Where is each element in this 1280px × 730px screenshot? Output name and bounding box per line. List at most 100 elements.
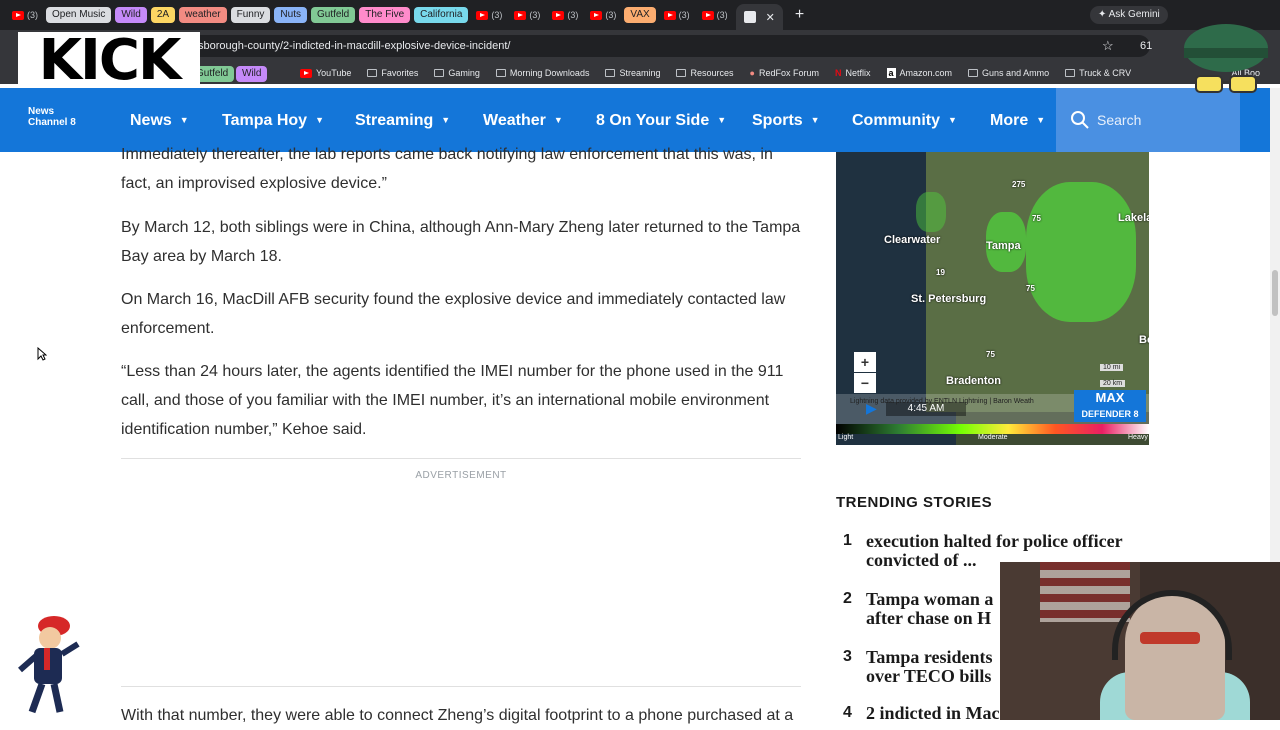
gemini-icon: ✦: [1098, 9, 1109, 20]
folder-icon: [968, 69, 979, 77]
map-city-label: Bo: [1139, 334, 1149, 346]
nav-community[interactable]: Community ▼: [852, 88, 957, 152]
folder-icon: [1065, 69, 1076, 77]
lightning-credit: Lightning data provided by ENTLN Lightni…: [850, 398, 1034, 405]
webcam-overlay: [1000, 562, 1280, 720]
youtube-tab[interactable]: (3): [660, 10, 694, 20]
folder-icon: [367, 69, 378, 77]
article-paragraph: On March 16, MacDill AFB security found …: [121, 291, 786, 337]
flag-image: [1040, 562, 1130, 622]
caret-down-icon: ▼: [717, 115, 727, 125]
caret-down-icon: ▼: [1036, 115, 1046, 125]
caret-down-icon: ▼: [441, 115, 451, 125]
road-shield: 75: [1026, 284, 1035, 293]
bookmark-netflix[interactable]: N Netflix: [835, 68, 871, 78]
browser-tab-strip: (3) Open Music Wild 2A weather Funny Nut…: [0, 0, 1280, 30]
zoom-in-button[interactable]: +: [854, 352, 876, 372]
radar-map[interactable]: Clearwater Tampa St. Petersburg Bradento…: [836, 152, 1149, 445]
map-city-label: Bradenton: [946, 375, 1001, 387]
tab-group-2a[interactable]: 2A: [150, 7, 176, 23]
youtube-tab[interactable]: (3): [698, 10, 732, 20]
tab-group-weather[interactable]: weather: [179, 7, 227, 23]
youtube-tab[interactable]: (3): [548, 10, 582, 20]
tab-group-wild[interactable]: Wild: [115, 7, 147, 23]
legend-label: Moderate: [978, 434, 1008, 441]
youtube-tab[interactable]: (3): [472, 10, 506, 20]
new-tab-icon[interactable]: +: [795, 6, 804, 24]
tab-group-california[interactable]: California: [414, 7, 469, 23]
trending-story-link[interactable]: Tampa residents over TECO bills: [866, 648, 1006, 686]
radar-precipitation: [916, 192, 946, 232]
caret-down-icon: ▼: [179, 115, 189, 125]
mouse-cursor-icon: [37, 347, 47, 361]
youtube-tab[interactable]: (3): [8, 10, 42, 20]
max-defender-8-logo: MAX DEFENDER 8: [1074, 390, 1146, 422]
trending-story-link[interactable]: Tampa woman a after chase on H: [866, 590, 1006, 628]
url-field[interactable]: sborough-county/2-indicted-in-macdill-ex…: [150, 35, 1150, 57]
youtube-tab[interactable]: (3): [586, 10, 620, 20]
zoom-out-button[interactable]: −: [854, 373, 876, 393]
bookmark-streaming[interactable]: Streaming: [605, 68, 660, 78]
cartoon-avatar-head-icon: [1184, 24, 1268, 93]
bookmark-chip-wild[interactable]: Wild: [236, 66, 268, 82]
tab-count-badge: 61: [1140, 40, 1153, 52]
article-paragraph: Immediately thereafter, the lab reports …: [121, 146, 773, 192]
youtube-icon: [300, 68, 312, 78]
article-paragraph: With that number, they were able to conn…: [121, 707, 794, 724]
bookmark-youtube[interactable]: YouTube: [300, 68, 351, 78]
road-shield: 75: [986, 350, 995, 359]
bookmark-resources[interactable]: Resources: [676, 68, 734, 78]
bookmark-morning-downloads[interactable]: Morning Downloads: [495, 68, 589, 78]
road-shield: 19: [936, 268, 945, 277]
search-input[interactable]: Search: [1097, 112, 1141, 128]
folder-icon: [605, 69, 616, 77]
tab-group-open-music[interactable]: Open Music: [46, 7, 112, 23]
radar-precipitation: [1026, 182, 1136, 322]
map-city-label: St. Petersburg: [911, 293, 987, 305]
bookmark-gaming[interactable]: Gaming: [434, 68, 480, 78]
active-tab[interactable]: ✕: [735, 4, 783, 30]
news-channel-8-logo[interactable]: News Channel 8: [28, 106, 76, 128]
redfox-icon: ●: [749, 68, 755, 78]
site-favicon-icon: [743, 11, 756, 23]
amazon-icon: a: [886, 68, 896, 78]
bookmark-truck-crv[interactable]: Truck & CRV: [1065, 68, 1131, 78]
folder-icon: [495, 69, 506, 77]
caret-down-icon: ▼: [553, 115, 563, 125]
caret-down-icon: ▼: [810, 115, 820, 125]
trending-story-link[interactable]: 2 indicted in Mac: [866, 704, 1006, 723]
trending-stories-heading: TRENDING STORIES: [836, 494, 993, 511]
youtube-icon: [552, 10, 565, 20]
bookmark-star-icon[interactable]: ☆: [1102, 38, 1114, 54]
map-city-label: Tampa: [986, 240, 1021, 252]
road-shield: 75: [1032, 214, 1041, 223]
youtube-tab[interactable]: (3): [510, 10, 544, 20]
bookmark-favorites[interactable]: Favorites: [367, 68, 418, 78]
youtube-icon: [701, 10, 714, 20]
advertisement-label: ADVERTISEMENT: [415, 470, 507, 481]
youtube-icon: [663, 10, 676, 20]
tab-group-vax[interactable]: VAX: [624, 7, 656, 23]
youtube-icon: [590, 10, 603, 20]
scrollbar-thumb[interactable]: [1272, 270, 1278, 316]
close-tab-icon[interactable]: ✕: [766, 11, 775, 24]
nav-more[interactable]: More ▼: [990, 88, 1045, 152]
tab-group-gutfeld[interactable]: Gutfeld: [310, 7, 356, 23]
tab-group-funny[interactable]: Funny: [230, 7, 271, 23]
youtube-icon: [12, 10, 24, 20]
tab-group-the-five[interactable]: The Five: [359, 7, 411, 23]
map-city-label: Clearwater: [884, 234, 941, 246]
tab-group-nuts[interactable]: Nuts: [274, 7, 307, 23]
caret-down-icon: ▼: [315, 115, 324, 125]
bookmark-guns-and-ammo[interactable]: Guns and Ammo: [968, 68, 1049, 78]
bookmark-redfox-forum[interactable]: ● RedFox Forum: [750, 68, 819, 78]
caret-down-icon: ▼: [948, 115, 957, 125]
article-paragraph: By March 12, both siblings were in China…: [121, 219, 801, 265]
trending-number: 1: [843, 532, 852, 549]
legend-label: Light: [838, 434, 854, 441]
ask-gemini-button[interactable]: ✦ Ask Gemini: [1090, 6, 1168, 24]
netflix-icon: N: [834, 68, 842, 78]
bookmark-amazon[interactable]: a Amazon.com: [886, 68, 952, 78]
divider: [121, 686, 801, 687]
trending-number: 4: [843, 704, 852, 721]
